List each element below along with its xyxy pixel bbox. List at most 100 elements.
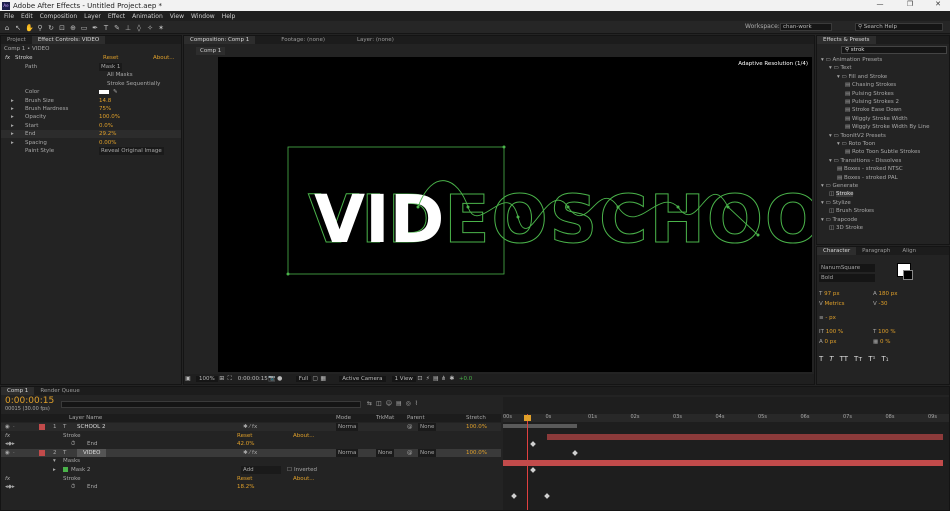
tab-paragraph[interactable]: Paragraph [856,247,896,255]
color-swatch[interactable] [99,90,109,95]
timeline-row[interactable]: ◂◆▸ ⏱ End 42.0% [1,440,501,448]
timeline-row[interactable]: fx Stroke Reset About... [1,475,501,483]
timeline-row[interactable]: ▸ Mask 2 Add ☐ Inverted [1,466,501,474]
faux-bold-icon[interactable]: T [819,355,823,363]
font-family-select[interactable]: NanumSquare [819,264,875,272]
leading-field[interactable]: A 180 px [873,291,898,297]
property-value[interactable]: 75% [99,105,111,113]
effects-tree-item[interactable]: ▾ ▭ Fill and Stroke [837,73,887,81]
vertical-scale-field[interactable]: IT 100 % [819,329,843,335]
disclosure-arrow-icon[interactable]: ▾ [53,457,56,465]
effects-tree-item[interactable]: ▾ ▭ Generate [821,182,858,190]
tab-render-queue[interactable]: Render Queue [34,387,85,395]
tab-character[interactable]: Character [817,247,857,255]
stamp-tool-icon[interactable]: ⊥ [124,24,132,32]
mask-color-swatch[interactable] [63,467,68,472]
kerning-field[interactable]: V Metrics [819,301,844,307]
exposure-value[interactable]: +0.0 [459,376,472,382]
effect-property-row[interactable]: Color ✎ [1,88,181,96]
disclosure-arrow-icon[interactable]: ▸ [11,139,14,147]
effects-tree-item[interactable]: ▤ Roto Toon Subtle Strokes [845,148,920,156]
effects-tree-item[interactable]: ▤ Stroke Ease Down [845,106,902,114]
audio-icon[interactable]: · [13,423,15,431]
eyedropper-icon[interactable]: ✎ [113,88,118,96]
menu-item[interactable]: File [4,13,14,20]
shy-layers-icon[interactable]: ☺ [386,400,392,407]
timeline-search-input[interactable] [61,401,361,408]
menu-item[interactable]: Layer [84,13,101,20]
effect-about-link[interactable]: About... [153,54,175,62]
puppet-tool-icon[interactable]: ✶ [157,24,165,32]
disclosure-arrow-icon[interactable]: ▸ [11,97,14,105]
font-style-select[interactable]: Bold [819,274,875,282]
property-value[interactable]: 42.0% [237,440,254,448]
timeline-icon[interactable]: ▤ [432,375,440,383]
fx-icon[interactable]: fx [5,475,10,483]
comp-flowchart-icon[interactable]: ⇆ [367,400,372,407]
tab-project[interactable]: Project [1,36,32,44]
disclosure-arrow-icon[interactable]: ▸ [11,113,14,121]
effect-reset-link[interactable]: Reset [237,475,252,483]
resolution-select[interactable]: Full [295,376,312,382]
current-time-display[interactable]: 0:00:00:15 [238,376,268,382]
effect-property-row[interactable]: Path Mask 1 [1,63,181,71]
effect-property-row[interactable]: Paint Style Reveal Original Image [1,147,181,155]
timeline-row[interactable]: ◉ · 1 T SCHOOL 2 ✱ ⁄ fx Norma @ None 100.0% [1,423,501,431]
comp-subtab[interactable]: Comp 1 [196,47,226,55]
disclosure-arrow-icon[interactable]: ▸ [53,466,56,474]
timeline-graph-area[interactable]: 00s0s01s02s03s04s05s06s07s08s09s10s [503,397,949,510]
eraser-tool-icon[interactable]: ◊ [135,24,143,32]
show-channel-icon[interactable]: ● [276,375,284,383]
effects-tree-item[interactable]: ▾ ▭ Trapcode [821,216,857,224]
effect-property-row[interactable]: ▸ Start 0.0% [1,122,181,130]
flowchart-icon[interactable]: ⋔ [440,375,448,383]
fx-icon[interactable]: fx [5,55,10,61]
selection-tool-icon[interactable]: ↖ [14,24,22,32]
always-preview-icon[interactable]: ▣ [184,375,192,383]
tab-effect-controls[interactable]: Effect Controls: VIDEO [31,36,106,44]
effects-tree-item[interactable]: ◫ Stroke [829,190,854,198]
layer-switches[interactable]: ✱ ⁄ fx [243,423,257,431]
hand-tool-icon[interactable]: ✋ [25,24,34,32]
tab-effects-presets[interactable]: Effects & Presets [817,36,876,44]
tsume-field[interactable]: ▦ 0 % [873,339,890,345]
camera-select[interactable]: Active Camera [339,376,386,382]
property-value[interactable]: 0.0% [99,122,113,130]
eye-icon[interactable]: ◉ [5,449,10,457]
rectangle-tool-icon[interactable]: ▭ [80,24,88,32]
effect-property-row[interactable]: Stroke Sequentially [1,80,181,88]
superscript-icon[interactable]: T¹ [868,355,875,363]
layer-bar-video[interactable] [503,460,943,466]
close-icon[interactable]: ✕ [928,0,948,8]
effect-name[interactable]: Stroke [63,475,81,483]
effects-tree-item[interactable]: ▾ ▭ Transitions - Dissolves [829,157,901,165]
label-color-swatch[interactable] [39,449,45,456]
property-value[interactable]: 14.8 [99,97,111,105]
menu-item[interactable]: Edit [21,13,33,20]
effects-tree-item[interactable]: ▤ Chasing Strokes [845,81,896,89]
effect-property-row[interactable]: ▸ Opacity 100.0% [1,113,181,121]
mask-mode-select[interactable]: Add [241,466,281,474]
audio-icon[interactable]: · [13,449,15,457]
effect-reset-link[interactable]: Reset [103,54,118,62]
fx-icon[interactable]: fx [5,432,10,440]
toggle-pixel-icon[interactable]: ⊡ [416,375,424,383]
stopwatch-icon[interactable]: ⏱ [71,440,75,448]
stretch-value[interactable]: 100.0% [466,423,487,431]
tab-footage[interactable]: Footage: (none) [275,36,331,44]
layer-name[interactable]: VIDEO [77,448,107,457]
effects-tree-item[interactable]: ▾ ▭ Animation Presets [821,56,882,64]
pan-tool-icon[interactable]: ⊕ [69,24,77,32]
tab-align[interactable]: Align [896,247,922,255]
effects-tree-item[interactable]: ▤ Boxes - stroked PAL [837,174,898,182]
effects-tree-item[interactable]: ◫ 3D Stroke [829,224,863,232]
effects-tree-item[interactable]: ▤ Wiggly Stroke Width [845,115,908,123]
stopwatch-icon[interactable]: ⏱ [71,483,75,491]
pickwhip-icon[interactable]: @ [407,423,413,431]
layer-name[interactable]: SCHOOL 2 [77,423,105,431]
effects-tree-item[interactable]: ▾ ▭ Stylize [821,199,851,207]
subscript-icon[interactable]: T₁ [881,355,888,363]
effect-name[interactable]: Stroke [63,432,81,440]
stroke-width-field[interactable]: ≡ - px [819,315,836,321]
label-color-swatch[interactable] [39,424,45,430]
